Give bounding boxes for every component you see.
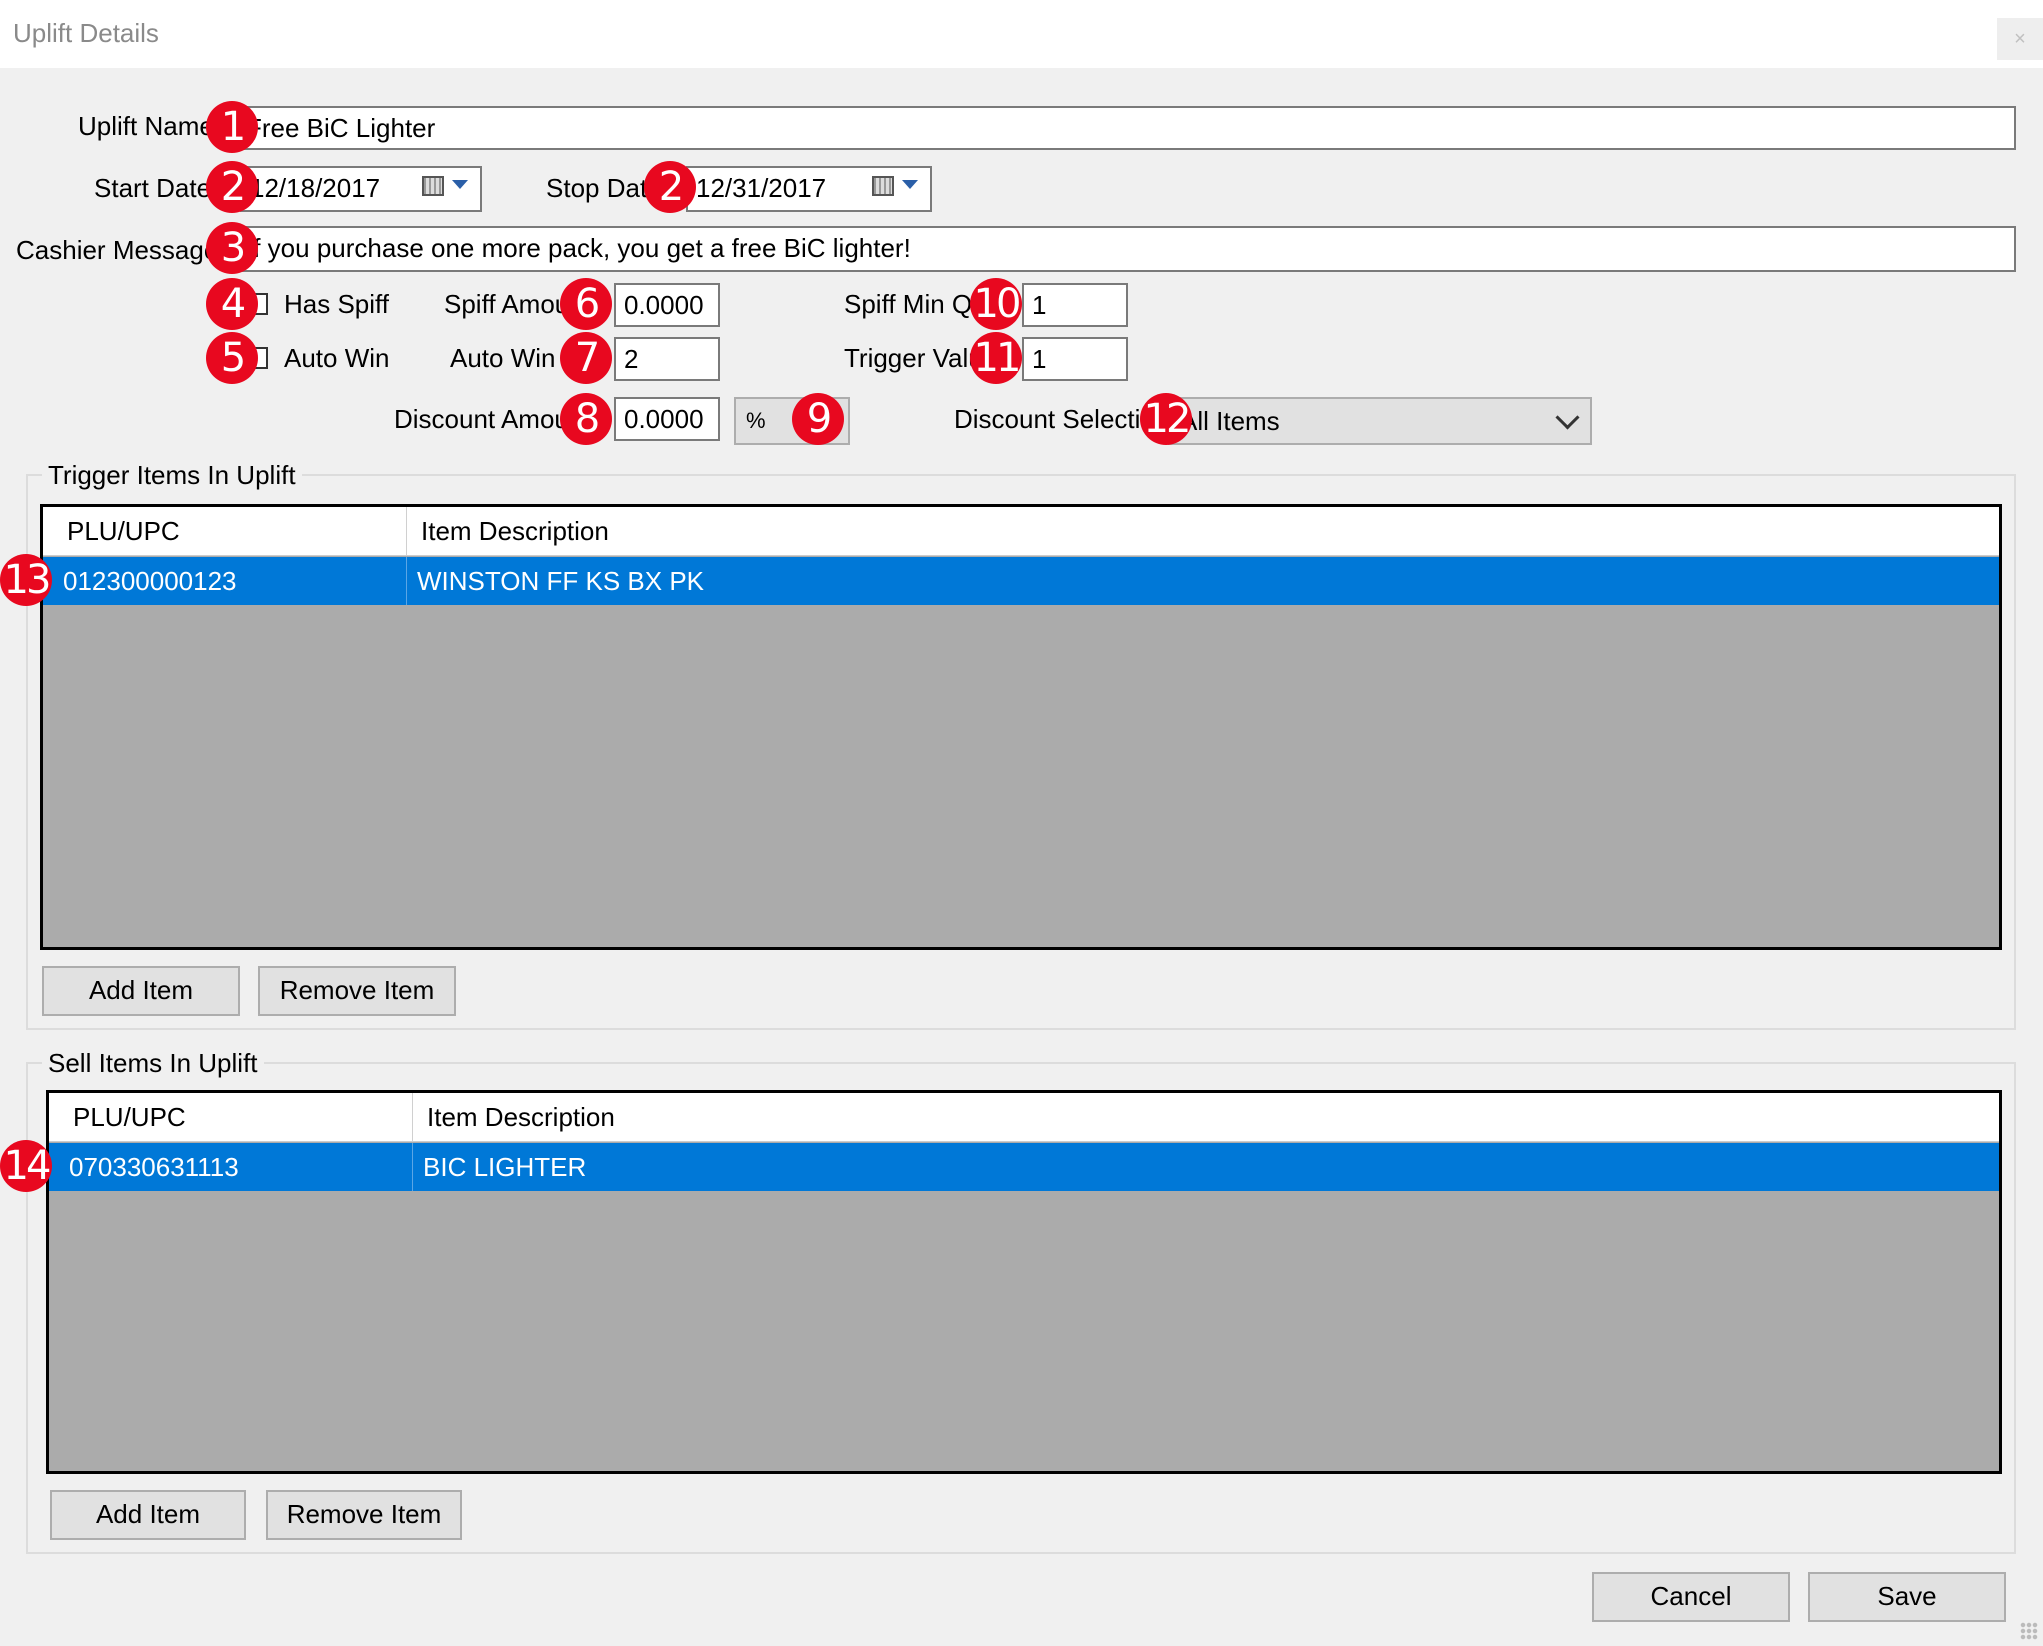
discount-selection-label: Discount Selection (954, 404, 1170, 434)
start-date-value: 12/18/2017 (250, 173, 381, 203)
discount-amount-input[interactable]: 0.0000 (614, 397, 720, 441)
cancel-button[interactable]: Cancel (1592, 1572, 1790, 1622)
save-button[interactable]: Save (1808, 1572, 2006, 1622)
table-row[interactable]: 070330631113 BIC LIGHTER (49, 1143, 1999, 1191)
annotation-badge-10: 10 (970, 278, 1022, 330)
annotation-badge-9: 9 (792, 393, 844, 445)
trigger-items-grid[interactable]: PLU/UPC Item Description 012300000123 WI… (40, 504, 2002, 950)
annotation-badge-12: 12 (1140, 393, 1192, 445)
table-row[interactable]: 012300000123 WINSTON FF KS BX PK (43, 557, 1999, 605)
discount-selection-value: All Items (1180, 406, 1280, 436)
calendar-icon (872, 176, 894, 196)
auto-win-input[interactable]: 2 (614, 337, 720, 381)
spiff-min-qty-input[interactable]: 1 (1022, 283, 1128, 327)
row-description: WINSTON FF KS BX PK (417, 566, 705, 596)
annotation-badge-13: 13 (0, 554, 52, 606)
trigger-value-input[interactable]: 1 (1022, 337, 1128, 381)
calendar-icon (422, 176, 444, 196)
column-header-description[interactable]: Item Description (407, 507, 1999, 555)
resize-grip-icon[interactable] (2020, 1622, 2038, 1640)
chevron-down-icon (1555, 405, 1580, 430)
trigger-remove-item-button[interactable]: Remove Item (258, 966, 456, 1016)
column-header-plu[interactable]: PLU/UPC (53, 507, 407, 555)
annotation-badge-14: 14 (0, 1140, 52, 1192)
column-header-description[interactable]: Item Description (413, 1093, 1999, 1141)
row-description: BIC LIGHTER (423, 1152, 587, 1182)
annotation-badge-1: 1 (206, 101, 258, 153)
title-bar: Uplift Details × (0, 0, 2043, 68)
grid-header: PLU/UPC Item Description (49, 1093, 1999, 1142)
discount-selection-dropdown[interactable]: All Items (1168, 397, 1592, 445)
row-plu: 070330631113 (59, 1143, 413, 1191)
stop-date-value: 12/31/2017 (696, 173, 827, 203)
annotation-badge-7: 7 (560, 332, 612, 384)
dropdown-arrow-icon[interactable] (452, 180, 468, 189)
cashier-message-input[interactable]: If you purchase one more pack, you get a… (236, 226, 2016, 272)
auto-win-check-label: Auto Win (284, 343, 390, 373)
annotation-badge-3: 3 (206, 222, 258, 274)
annotation-badge-11: 11 (970, 332, 1022, 384)
trigger-add-item-button[interactable]: Add Item (42, 966, 240, 1016)
close-button[interactable]: × (1997, 18, 2043, 60)
sell-items-grid[interactable]: PLU/UPC Item Description 070330631113 BI… (46, 1090, 2002, 1474)
stop-date-picker[interactable]: 12/31/2017 (686, 166, 932, 212)
uplift-name-label: Uplift Name (78, 111, 214, 141)
row-plu: 012300000123 (53, 557, 407, 605)
sell-add-item-button[interactable]: Add Item (50, 1490, 246, 1540)
annotation-badge-5: 5 (206, 332, 258, 384)
annotation-badge-8: 8 (560, 393, 612, 445)
has-spiff-label: Has Spiff (284, 289, 390, 319)
uplift-name-input[interactable]: Free BiC Lighter (236, 106, 2016, 150)
discount-type-value: % (746, 408, 766, 433)
spiff-amount-input[interactable]: 0.0000 (614, 283, 720, 327)
window-title: Uplift Details (13, 18, 159, 48)
trigger-items-group-label: Trigger Items In Uplift (42, 459, 302, 491)
auto-win-label: Auto Win (450, 343, 556, 373)
cashier-message-label: Cashier Message (16, 235, 219, 265)
dropdown-arrow-icon[interactable] (902, 180, 918, 189)
annotation-badge-2: 2 (206, 161, 258, 213)
sell-remove-item-button[interactable]: Remove Item (266, 1490, 462, 1540)
annotation-badge-6: 6 (560, 278, 612, 330)
start-date-picker[interactable]: 12/18/2017 (240, 166, 482, 212)
grid-header: PLU/UPC Item Description (43, 507, 1999, 556)
column-header-plu[interactable]: PLU/UPC (59, 1093, 413, 1141)
annotation-badge-4: 4 (206, 278, 258, 330)
annotation-badge-2-stop: 2 (644, 161, 696, 213)
close-icon: × (2014, 27, 2026, 50)
start-date-label: Start Date (94, 173, 212, 203)
sell-items-group-label: Sell Items In Uplift (42, 1047, 264, 1079)
